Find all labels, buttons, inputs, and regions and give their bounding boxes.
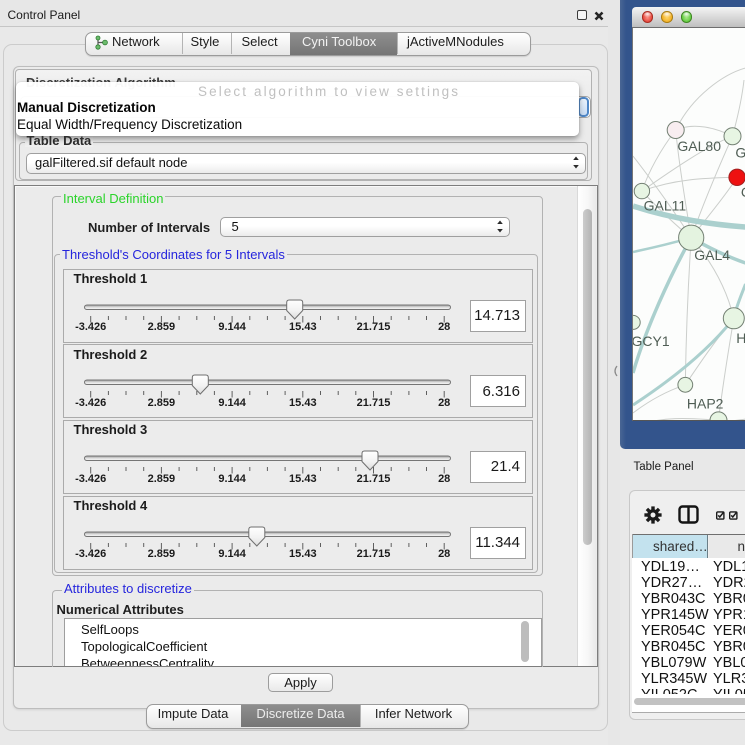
svg-text:GA: GA (735, 144, 745, 160)
svg-text:GCY1: GCY1 (633, 332, 670, 348)
svg-text:C: C (740, 184, 745, 200)
svg-text:GAL80: GAL80 (677, 138, 721, 154)
svg-text:H: H (736, 329, 745, 345)
svg-text:GAL4: GAL4 (694, 246, 730, 262)
svg-text:HAP2: HAP2 (686, 395, 723, 411)
svg-text:GAL11: GAL11 (643, 197, 686, 213)
